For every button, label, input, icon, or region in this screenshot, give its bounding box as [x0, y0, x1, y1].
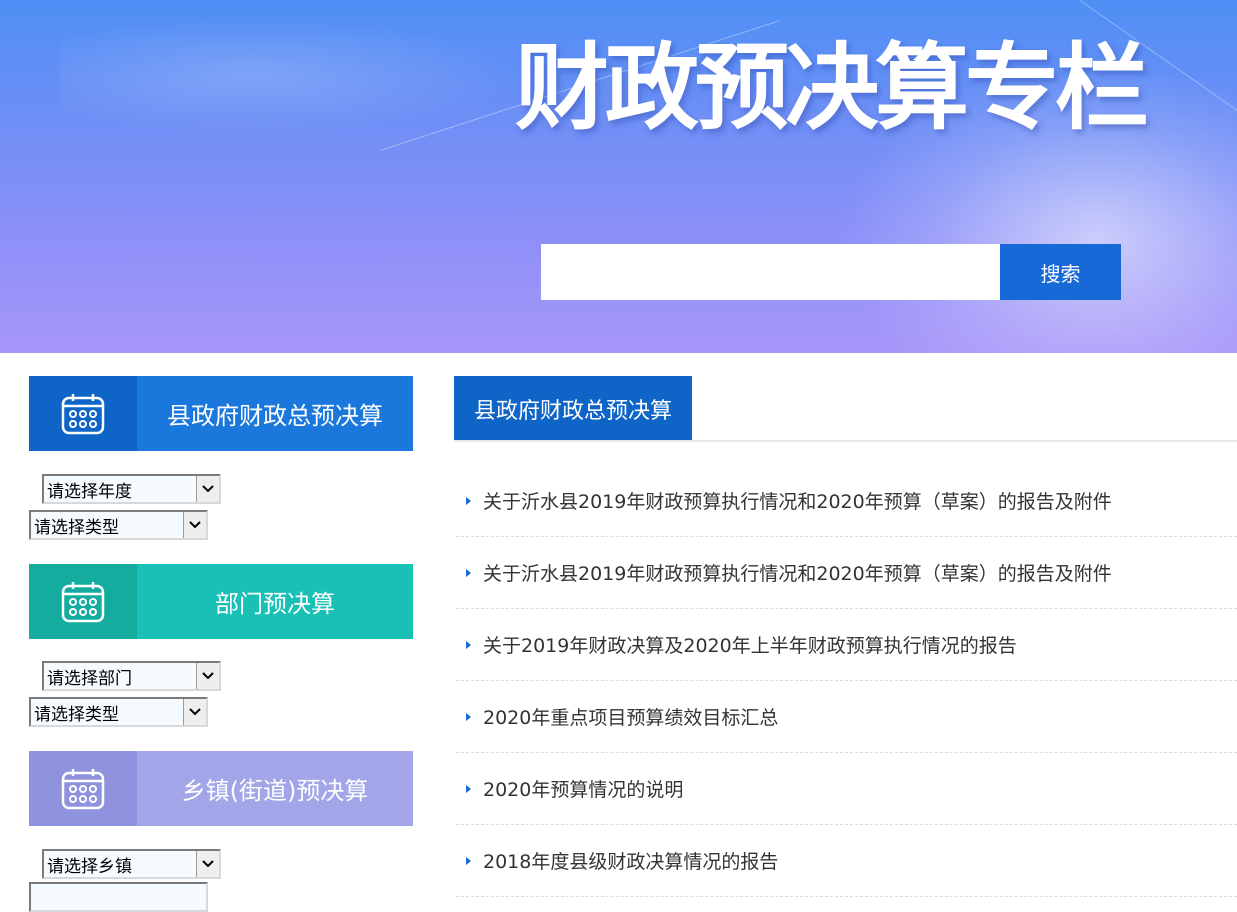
category-county-budget[interactable]: 县政府财政总预决算 — [29, 376, 413, 451]
list-item-title[interactable]: 2018年度县级财政决算情况的报告 — [483, 847, 778, 874]
select-value: 请选择类型 — [34, 705, 119, 725]
category-label: 部门预决算 — [137, 564, 413, 639]
chevron-down-icon[interactable] — [183, 512, 206, 538]
bullet-arrow-icon — [466, 784, 471, 793]
chevron-down-icon[interactable] — [196, 851, 219, 877]
search-input[interactable] — [541, 244, 1000, 300]
search-button[interactable]: 搜索 — [1000, 244, 1121, 300]
bullet-arrow-icon — [466, 568, 471, 577]
select-value — [31, 884, 206, 910]
bullet-arrow-icon — [466, 712, 471, 721]
list-item[interactable]: 关于2019年财政决算及2020年上半年财政预算执行情况的报告 — [456, 609, 1237, 681]
calendar-icon — [61, 768, 105, 809]
chevron-down-icon[interactable] — [196, 476, 219, 502]
category-label: 县政府财政总预决算 — [137, 376, 413, 451]
tab-divider — [454, 440, 1237, 442]
list-item-title[interactable]: 2020年重点项目预算绩效目标汇总 — [483, 703, 778, 730]
bullet-arrow-icon — [466, 496, 471, 505]
tab-county-budget[interactable]: 县政府财政总预决算 — [454, 376, 692, 441]
calendar-icon — [61, 581, 105, 622]
select-value: 请选择部门 — [47, 669, 132, 689]
chevron-down-icon[interactable] — [183, 699, 206, 725]
category-label: 乡镇(街道)预决算 — [137, 751, 413, 826]
list-item-title[interactable]: 2020年预算情况的说明 — [483, 775, 683, 802]
page-title: 财政预决算专栏 — [515, 34, 1149, 143]
township-select[interactable]: 请选择乡镇 — [42, 849, 221, 879]
category-department-budget[interactable]: 部门预决算 — [29, 564, 413, 639]
category-icon-box — [29, 564, 137, 639]
list-item-title[interactable]: 关于2019年财政决算及2020年上半年财政预算执行情况的报告 — [483, 631, 1017, 658]
category-township-budget[interactable]: 乡镇(街道)预决算 — [29, 751, 413, 826]
category-icon-box — [29, 751, 137, 826]
year-select[interactable]: 请选择年度 — [42, 474, 221, 504]
select-value: 请选择乡镇 — [47, 857, 132, 877]
list-item[interactable]: 2020年重点项目预算绩效目标汇总 — [456, 681, 1237, 753]
list-item[interactable]: 2020年预算情况的说明 — [456, 753, 1237, 825]
chevron-down-icon[interactable] — [196, 663, 219, 689]
list-item[interactable]: 关于沂水县2019年财政预算执行情况和2020年预算（草案）的报告及附件 — [456, 465, 1237, 537]
type-select[interactable]: 请选择类型 — [29, 510, 208, 540]
list-item[interactable]: 关于沂水县2019年财政预算执行情况和2020年预算（草案）的报告及附件 — [456, 537, 1237, 609]
type-select[interactable]: 请选择类型 — [29, 697, 208, 727]
header-banner: 财政预决算专栏 搜索 — [0, 0, 1237, 353]
calendar-icon — [61, 393, 105, 434]
category-icon-box — [29, 376, 137, 451]
bullet-arrow-icon — [466, 640, 471, 649]
list-item[interactable]: 2018年度县级财政决算情况的报告 — [456, 825, 1237, 897]
department-select[interactable]: 请选择部门 — [42, 661, 221, 691]
list-item-title[interactable]: 关于沂水县2019年财政预算执行情况和2020年预算（草案）的报告及附件 — [483, 487, 1112, 514]
select-value: 请选择年度 — [47, 482, 132, 502]
bullet-arrow-icon — [466, 856, 471, 865]
select-value: 请选择类型 — [34, 518, 119, 538]
list-item-title[interactable]: 关于沂水县2019年财政预算执行情况和2020年预算（草案）的报告及附件 — [483, 559, 1112, 586]
